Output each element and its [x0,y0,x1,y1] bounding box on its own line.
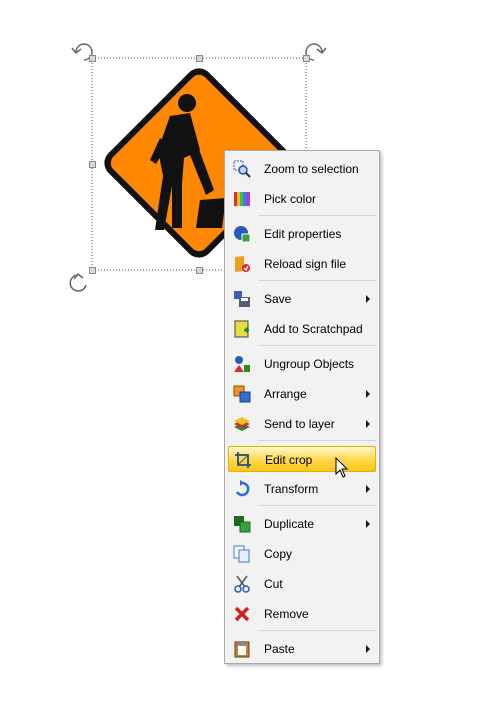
submenu-arrow-icon [366,420,370,428]
context-menu: Zoom to selection Pick color Edit proper… [224,150,380,664]
menu-item-save[interactable]: Save [228,286,376,312]
menu-item-edit-properties[interactable]: Edit properties [228,221,376,247]
paste-icon [234,641,250,658]
resize-handle-w[interactable] [89,161,96,168]
cut-icon [234,575,250,593]
layers-icon [234,417,250,431]
menu-separator [258,280,376,281]
duplicate-icon [234,516,251,533]
mouse-pointer-icon [335,457,349,478]
menu-item-add-to-scratchpad[interactable]: Add to Scratchpad [228,316,376,342]
menu-item-transform[interactable]: Transform [228,476,376,502]
submenu-arrow-icon [366,485,370,493]
menu-separator [258,215,376,216]
submenu-arrow-icon [366,295,370,303]
resize-handle-n[interactable] [196,55,203,62]
menu-item-remove[interactable]: Remove [228,601,376,627]
resize-handle-s[interactable] [196,267,203,274]
resize-handle-ne[interactable] [303,55,310,62]
arrange-icon [233,385,251,403]
menu-separator [258,345,376,346]
rotate-handle-bottom-left-icon[interactable] [69,272,87,292]
menu-item-send-to-layer[interactable]: Send to layer [228,411,376,437]
resize-handle-nw[interactable] [89,55,96,62]
save-icon [234,291,250,307]
menu-item-reload-sign-file[interactable]: Reload sign file [228,251,376,277]
menu-item-cut[interactable]: Cut [228,571,376,597]
submenu-arrow-icon [366,645,370,653]
submenu-arrow-icon [366,390,370,398]
menu-separator [258,630,376,631]
remove-icon [234,606,250,622]
resize-handle-sw[interactable] [89,267,96,274]
crop-icon [235,452,251,468]
menu-item-paste[interactable]: Paste [228,636,376,662]
menu-separator [258,505,376,506]
pick-color-icon [234,192,250,206]
transform-icon [235,480,250,497]
menu-item-arrange[interactable]: Arrange [228,381,376,407]
menu-item-zoom-to-selection[interactable]: Zoom to selection [228,156,376,182]
menu-item-pick-color[interactable]: Pick color [228,186,376,212]
menu-item-ungroup-objects[interactable]: Ungroup Objects [228,351,376,377]
submenu-arrow-icon [366,520,370,528]
copy-icon [233,545,250,563]
edit-properties-icon [234,226,251,243]
menu-separator [258,440,376,441]
menu-item-copy[interactable]: Copy [228,541,376,567]
zoom-to-selection-icon [233,160,251,178]
menu-item-edit-crop[interactable]: Edit crop [228,446,376,472]
scratchpad-icon [234,320,249,338]
reload-sign-file-icon [235,256,250,272]
ungroup-icon [234,356,250,372]
menu-item-duplicate[interactable]: Duplicate [228,511,376,537]
